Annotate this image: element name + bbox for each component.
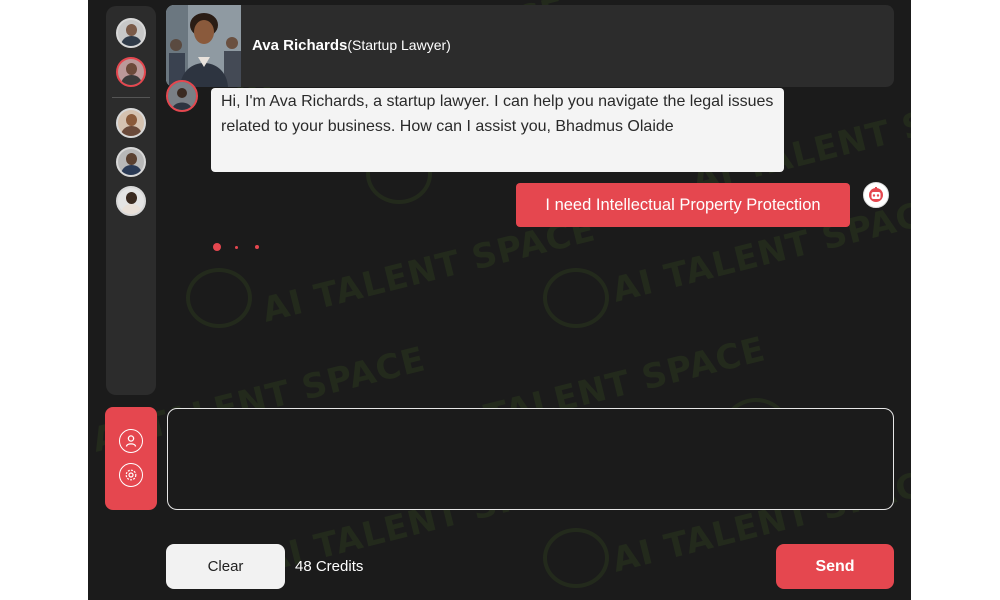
brain-logo-icon — [186, 268, 252, 328]
send-button[interactable]: Send — [776, 544, 894, 589]
action-panel — [105, 407, 157, 510]
user-message: I need Intellectual Property Protection — [516, 183, 850, 227]
profile-button[interactable] — [119, 429, 143, 453]
sidebar-divider — [112, 97, 150, 98]
persona-avatar[interactable] — [116, 108, 146, 138]
persona-avatar-active[interactable] — [116, 57, 146, 87]
chat-app: AI TALENT SPACE AI TALENT SPACE AI TALEN… — [88, 0, 911, 600]
lawyer-name: Ava Richards — [252, 37, 348, 54]
typing-dot — [255, 245, 259, 249]
brain-logo-icon — [543, 528, 609, 588]
bot-message: Hi, I'm Ava Richards, a startup lawyer. … — [211, 88, 784, 172]
user-avatar-icon — [863, 182, 889, 208]
message-input[interactable] — [167, 408, 894, 510]
gear-icon — [125, 469, 137, 481]
typing-dot — [235, 246, 238, 249]
bot-avatar — [166, 80, 198, 112]
lawyer-role: (Startup Lawyer) — [347, 37, 451, 53]
user-icon — [125, 435, 137, 447]
persona-sidebar — [106, 6, 156, 395]
user-message-text: I need Intellectual Property Protection — [545, 195, 821, 214]
lawyer-photo — [166, 5, 241, 87]
persona-avatar[interactable] — [116, 18, 146, 48]
typing-dot — [213, 243, 221, 251]
chat-header: Ava Richards(Startup Lawyer) — [166, 5, 894, 87]
settings-button[interactable] — [119, 463, 143, 487]
persona-avatar[interactable] — [116, 186, 146, 216]
lawyer-title: Ava Richards(Startup Lawyer) — [252, 37, 451, 54]
credits-count: 48 Credits — [295, 558, 364, 575]
persona-avatar[interactable] — [116, 147, 146, 177]
watermark-text: AI TALENT SPACE — [258, 209, 600, 331]
brain-logo-icon — [543, 268, 609, 328]
clear-button[interactable]: Clear — [166, 544, 285, 589]
